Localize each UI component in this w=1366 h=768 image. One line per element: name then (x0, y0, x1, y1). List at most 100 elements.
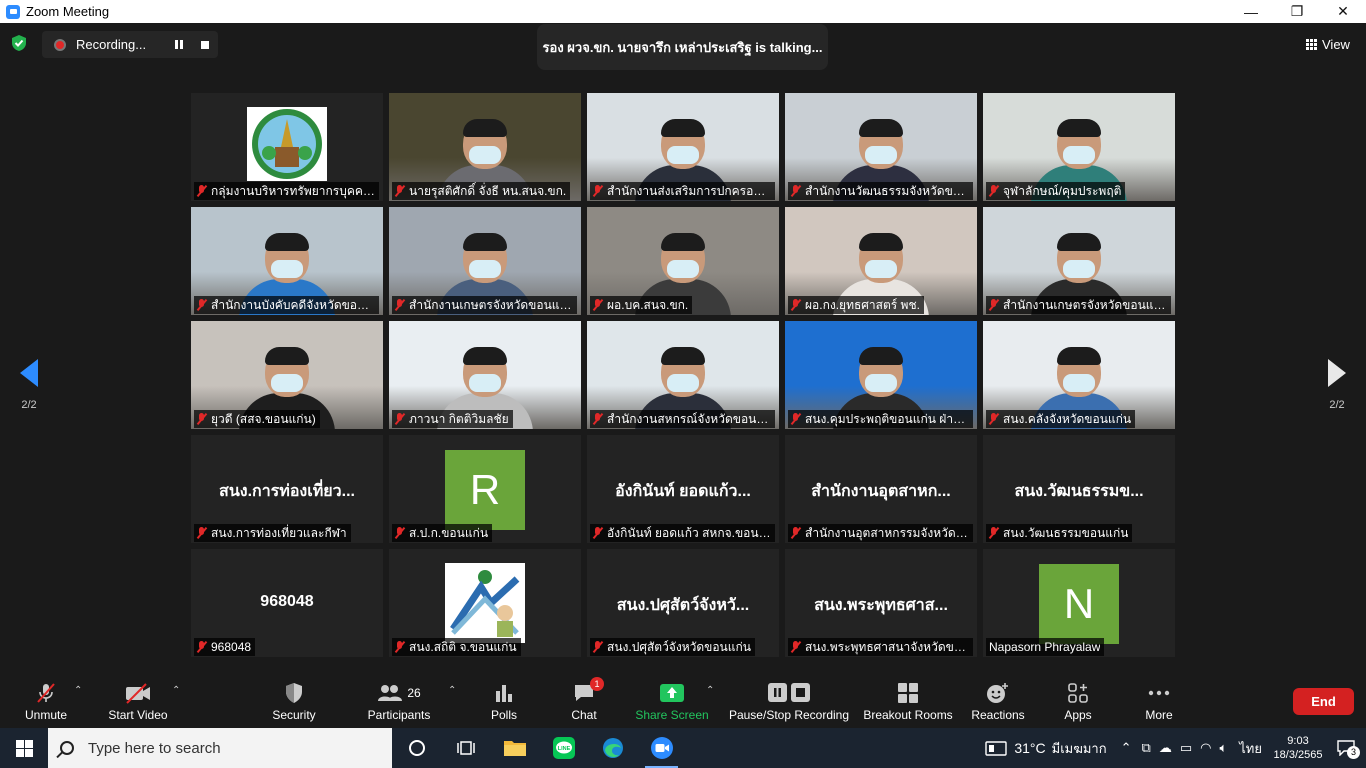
apps-button[interactable]: Apps (1062, 675, 1094, 728)
participant-tile[interactable]: สำนักงานสหกรณ์จังหวัดขอนแก่น (587, 321, 779, 429)
participants-options-chevron-icon[interactable]: ⌃ (448, 685, 456, 696)
participant-tile[interactable]: สำนักงานเกษตรจังหวัดขอนแก่น (983, 207, 1175, 315)
reactions-button[interactable]: Reactions (970, 675, 1026, 728)
onedrive-icon[interactable]: ☁ (1159, 740, 1172, 756)
restore-button[interactable]: ❐ (1274, 0, 1320, 23)
battery-icon[interactable]: ▭ (1180, 740, 1192, 756)
participant-name-tag: ยุวดี (สสจ.ขอนแก่น) (194, 410, 320, 428)
participant-name: Napasorn Phrayalaw (989, 640, 1101, 654)
participant-name-tag: ผอ.บค.สนจ.ขก. (590, 296, 693, 314)
participant-tile[interactable]: 968048 968048 (191, 549, 383, 657)
breakout-rooms-icon (897, 681, 919, 705)
security-shield-icon[interactable] (10, 34, 28, 52)
province-seal-logo (247, 107, 327, 181)
participant-name: สนง.ปศุสัตว์จังหวัดขอนแก่น (607, 640, 751, 654)
participant-tile[interactable]: สำนักงานส่งเสริมการปกครองท้อ... (587, 93, 779, 201)
share-screen-button[interactable]: Share Screen (635, 675, 709, 728)
polls-button[interactable]: Polls (488, 675, 520, 728)
windows-logo-icon (15, 739, 33, 757)
participant-display-name: สนง.วัฒนธรรมข... (1014, 483, 1144, 500)
mic-muted-icon (197, 527, 206, 539)
share-screen-icon (659, 681, 685, 705)
participant-tile[interactable]: N Napasorn Phrayalaw (983, 549, 1175, 657)
participant-display-name: สนง.พระพุทธศาส... (814, 597, 948, 614)
notification-center-button[interactable]: 3 (1326, 740, 1366, 759)
tray-overflow-chevron-icon[interactable]: ⌃ (1121, 740, 1132, 756)
pause-recording-button[interactable] (166, 31, 192, 58)
pause-stop-recording-button[interactable]: Pause/Stop Recording (728, 675, 850, 728)
video-options-chevron-icon[interactable]: ⌃ (172, 685, 180, 696)
participant-tile[interactable]: สำนักงานบังคับคดีจังหวัดขอนแก่... (191, 207, 383, 315)
participant-name: ส.ป.ก.ขอนแก่น (409, 526, 489, 540)
participant-name-tag: สนง.คุมประพฤติขอนแก่น ฝ่ายยุ... (788, 410, 973, 428)
clock[interactable]: 9:03 18/3/2565 (1270, 734, 1326, 762)
share-options-chevron-icon[interactable]: ⌃ (706, 685, 714, 696)
more-button[interactable]: More (1142, 675, 1176, 728)
share-screen-label: Share Screen (635, 708, 709, 722)
participant-tile[interactable]: ยุวดี (สสจ.ขอนแก่น) (191, 321, 383, 429)
cortana-button[interactable] (392, 728, 441, 768)
participant-tile[interactable]: สนง.คลังจังหวัดขอนแก่น (983, 321, 1175, 429)
network-icon[interactable]: ⧉ (1142, 740, 1151, 756)
volume-icon[interactable]: 🔈︎ (1219, 740, 1227, 756)
polls-icon (493, 681, 515, 705)
participant-tile[interactable]: สนง.พระพุทธศาส... สนง.พระพุทธศาสนาจังหวัด… (785, 549, 977, 657)
participant-tile[interactable]: นายรุสติศักดิ์ จั่งธี หน.สนจ.ขก. (389, 93, 581, 201)
pause-stop-recording-label: Pause/Stop Recording (728, 708, 850, 722)
participant-name: ผอ.กง.ยุทธศาสตร์ พช. (805, 298, 920, 312)
participant-name-tag: สนง.พระพุทธศาสนาจังหวัดขอน... (788, 638, 973, 656)
file-explorer-button[interactable] (490, 728, 539, 768)
view-button[interactable]: View (1306, 33, 1358, 55)
participant-tile[interactable]: สนง.ปศุสัตว์จังหวั... สนง.ปศุสัตว์จังหวัด… (587, 549, 779, 657)
participant-tile[interactable]: จุฬาลักษณ์/คุมประพฤติ (983, 93, 1175, 201)
participants-button[interactable]: 26 Participants (366, 675, 432, 728)
zoom-taskbar-button[interactable] (637, 728, 686, 768)
mic-muted-icon (791, 413, 800, 425)
participant-tile[interactable]: กลุ่มงานบริหารทรัพยากรบุคคล ... (191, 93, 383, 201)
prev-page-button[interactable]: 2/2 (14, 359, 44, 419)
participant-tile[interactable]: อังกินันท์ ยอดแก้ว... อังกินันท์ ยอดแก้ว … (587, 435, 779, 543)
participant-tile[interactable]: ภาวนา กิตติวิมลชัย (389, 321, 581, 429)
participant-tile[interactable]: ผอ.บค.สนจ.ขก. (587, 207, 779, 315)
task-view-button[interactable] (441, 728, 490, 768)
mic-muted-icon (395, 527, 404, 539)
breakout-rooms-button[interactable]: Breakout Rooms (862, 675, 954, 728)
end-meeting-button[interactable]: End (1293, 688, 1354, 715)
participant-tile[interactable]: ผอ.กง.ยุทธศาสตร์ พช. (785, 207, 977, 315)
participant-tile[interactable]: สนง.วัฒนธรรมข... สนง.วัฒนธรรมขอนแก่น (983, 435, 1175, 543)
line-app-button[interactable]: LINE (539, 728, 588, 768)
next-page-button[interactable]: 2/2 (1322, 359, 1352, 419)
participant-tile[interactable]: สนง.สถิติ จ.ขอนแก่น (389, 549, 581, 657)
participants-icon: 26 (377, 681, 421, 705)
participant-tile[interactable]: สำนักงานเกษตรจังหวัดขอนแก่น (389, 207, 581, 315)
participants-count: 26 (407, 686, 421, 700)
participant-avatar: R (445, 450, 525, 530)
start-video-button[interactable]: Start Video (106, 675, 170, 728)
wifi-icon[interactable]: ◠ (1200, 740, 1211, 756)
audio-options-chevron-icon[interactable]: ⌃ (74, 685, 82, 696)
edge-browser-button[interactable] (588, 728, 637, 768)
page-indicator-left: 2/2 (21, 399, 37, 411)
participant-name: สนง.สถิติ จ.ขอนแก่น (409, 640, 517, 654)
active-speaker-banner: รอง ผวจ.ขก. นายจารึก เหล่าประเสริฐ is ta… (537, 24, 828, 70)
participant-tile[interactable]: สนง.การท่องเที่ยว... สนง.การท่องเที่ยวและ… (191, 435, 383, 543)
participant-tile[interactable]: สำนักงานวัฒนธรรมจังหวัดขอน... (785, 93, 977, 201)
input-language[interactable]: ไทย (1239, 738, 1262, 759)
mic-muted-icon (197, 299, 206, 311)
stop-recording-button[interactable] (192, 31, 218, 58)
participant-tile[interactable]: สนง.คุมประพฤติขอนแก่น ฝ่ายยุ... (785, 321, 977, 429)
minimize-button[interactable]: — (1228, 0, 1274, 23)
security-button[interactable]: Security (268, 675, 320, 728)
participant-tile[interactable]: R ส.ป.ก.ขอนแก่น (389, 435, 581, 543)
reactions-label: Reactions (971, 708, 1025, 722)
more-label: More (1145, 708, 1173, 722)
taskbar-search-box[interactable]: Type here to search (48, 728, 392, 768)
participant-name-tag: Napasorn Phrayalaw (986, 638, 1105, 656)
chat-button[interactable]: 1 Chat (568, 675, 604, 728)
weather-icon[interactable] (984, 739, 1008, 757)
participant-tile[interactable]: สำนักงานอุตสาหก... สำนักงานอุตสาหกรรมจังห… (785, 435, 977, 543)
close-button[interactable]: ✕ (1320, 0, 1366, 23)
start-button[interactable] (0, 728, 48, 768)
unmute-button[interactable]: Unmute (22, 675, 70, 728)
participant-display-name: สนง.ปศุสัตว์จังหวั... (616, 597, 750, 614)
